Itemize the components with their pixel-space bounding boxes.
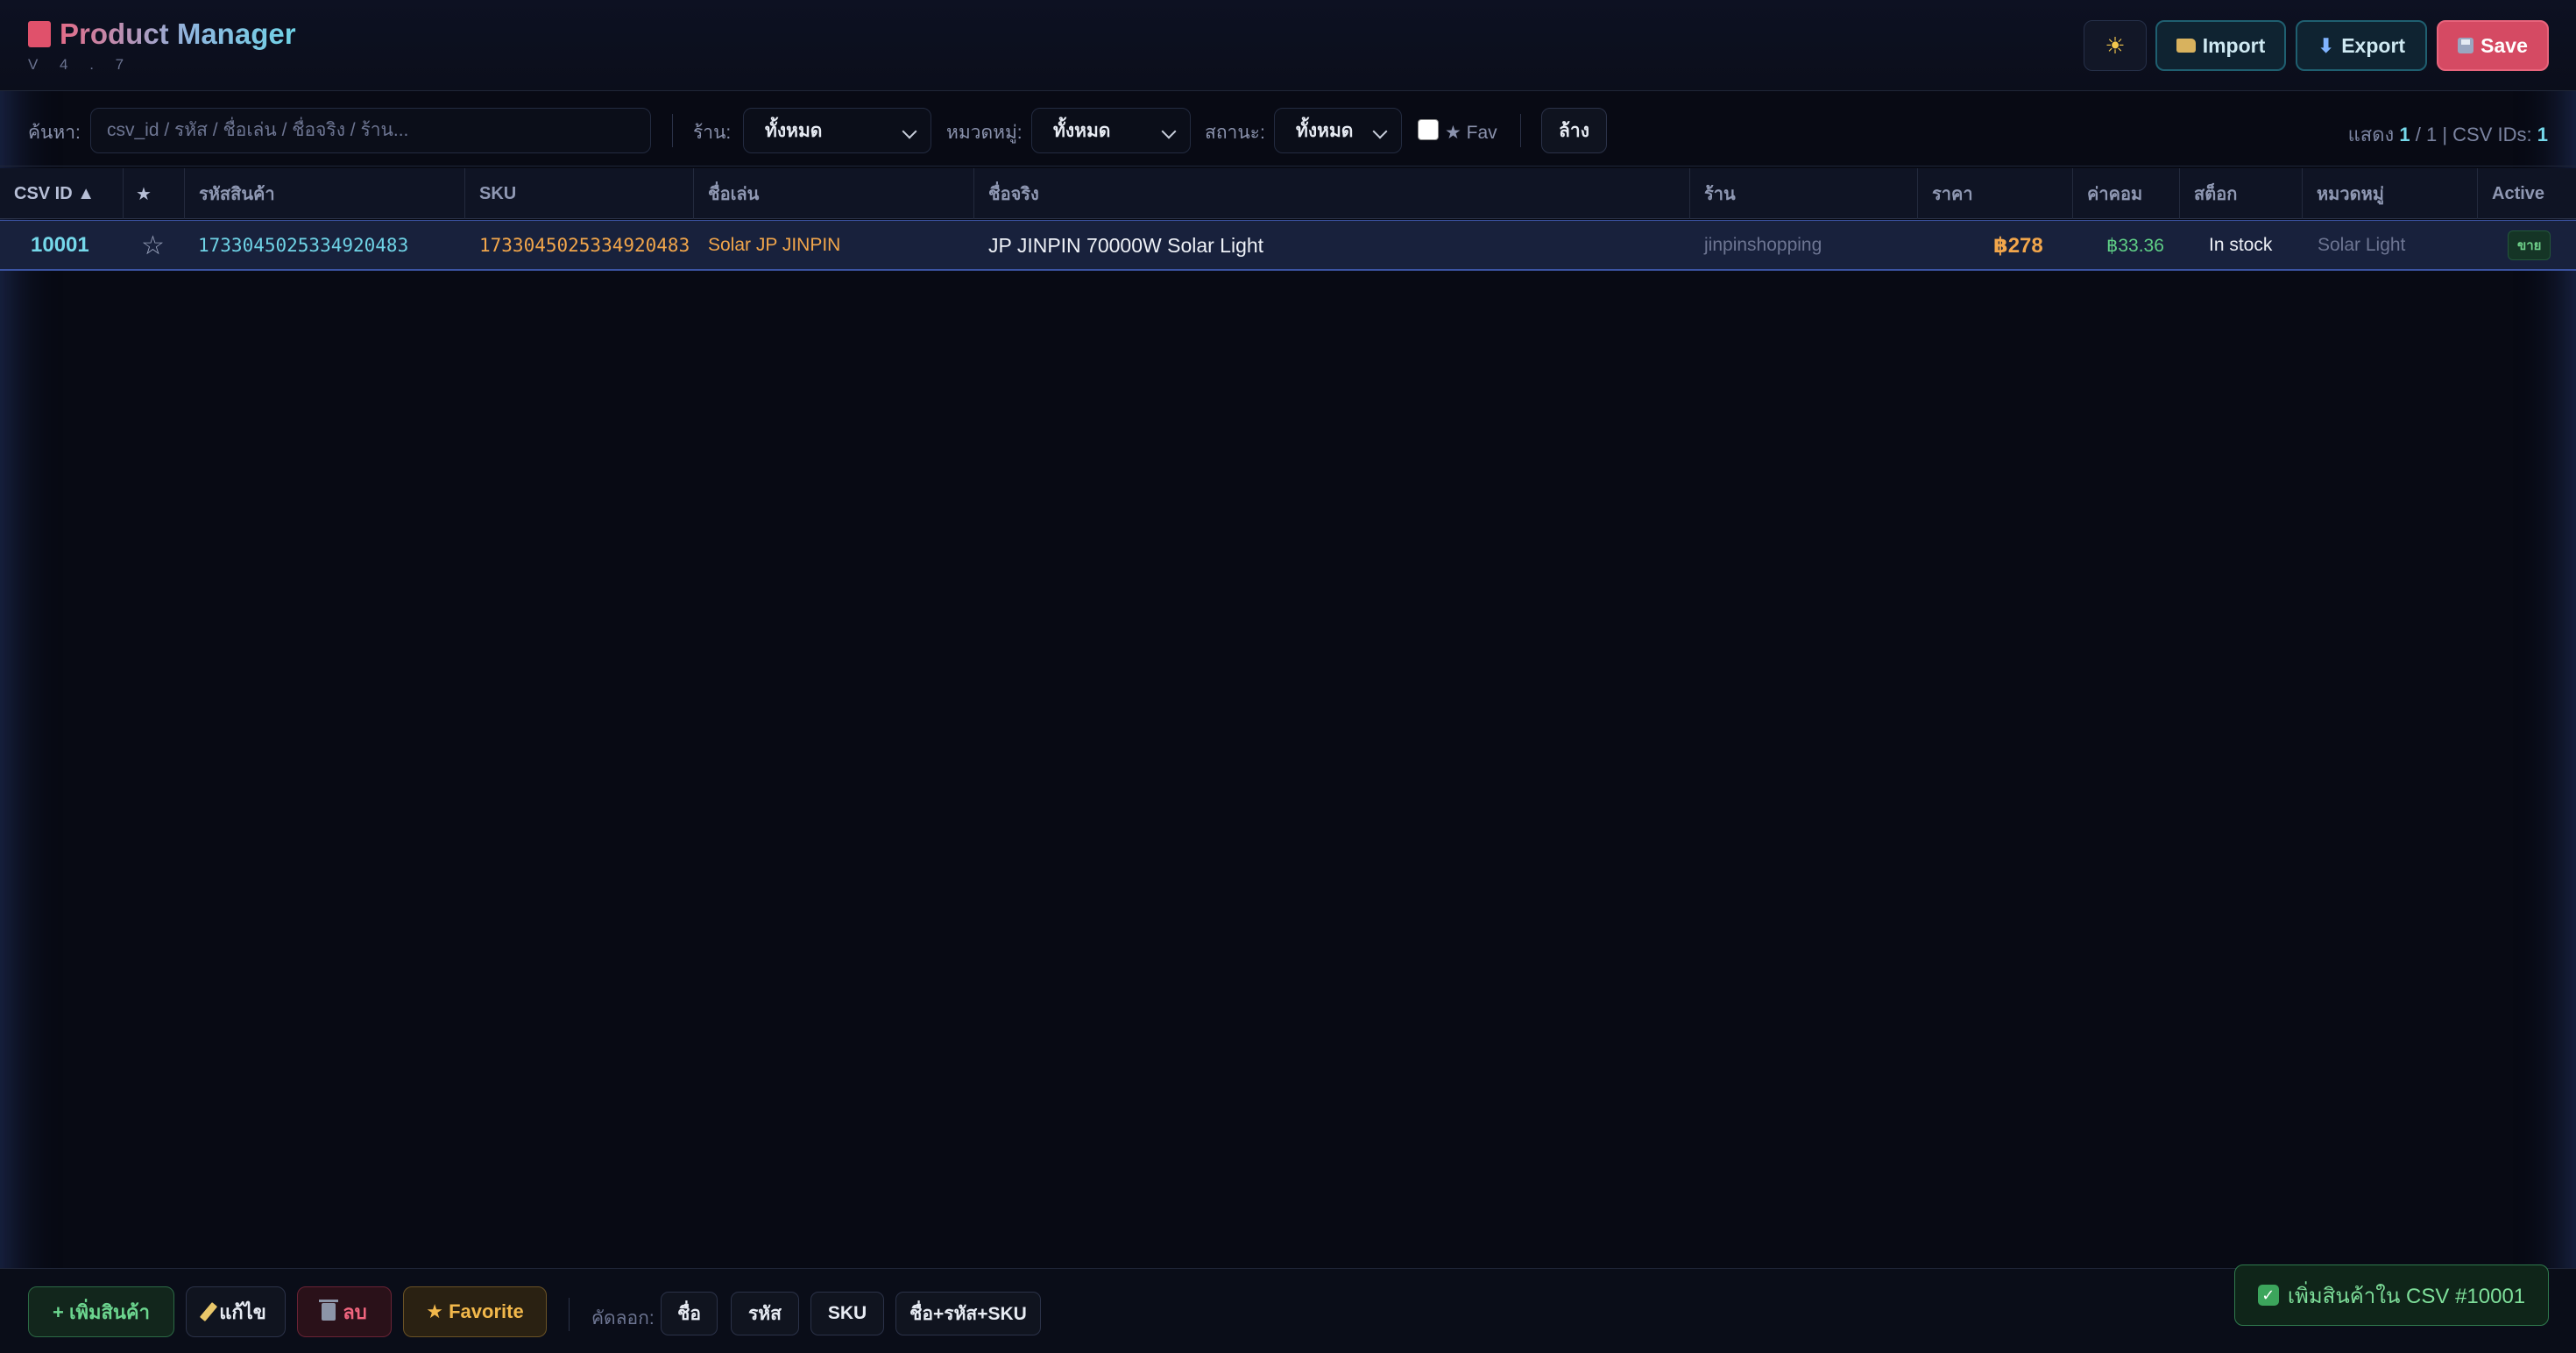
chevron-down-icon	[1372, 124, 1388, 139]
filter-toolbar: ค้นหา: ร้าน: ทั้งหมด หมวดหมู่: ทั้งหมด ส…	[0, 92, 2576, 166]
cell-shop: jinpinshopping	[1704, 235, 1822, 255]
floppy-disk-icon	[2458, 38, 2474, 53]
fav-filter-label: ★ Fav	[1445, 123, 1497, 143]
column-header-category[interactable]: หมวดหมู่	[2303, 168, 2478, 219]
copy-name-button[interactable]: ชื่อ	[661, 1292, 718, 1335]
save-label: Save	[2480, 33, 2528, 57]
count-shown: 1	[2399, 124, 2410, 145]
cell-real-name: JP JINPIN 70000W Solar Light	[988, 233, 1264, 257]
category-filter-value: ทั้งหมด	[1053, 120, 1111, 141]
column-header-shop[interactable]: ร้าน	[1690, 168, 1918, 219]
column-header-price[interactable]: ราคา	[1918, 168, 2073, 219]
favorite-star-icon[interactable]: ☆	[141, 221, 165, 270]
status-filter-label: สถานะ:	[1205, 123, 1265, 143]
shop-filter-select[interactable]: ทั้งหมด	[743, 108, 931, 153]
check-icon: ✓	[2257, 1285, 2279, 1306]
cell-active: ขาย	[2508, 221, 2551, 270]
toast-message: เพิ่มสินค้าใน CSV #10001	[2287, 1284, 2526, 1308]
search-label: ค้นหา:	[28, 123, 81, 143]
add-product-button[interactable]: + เพิ่มสินค้า	[28, 1286, 174, 1337]
count-ids: 1	[2537, 124, 2548, 145]
brand: Product Manager V 4 . 7	[28, 18, 296, 74]
clear-filters-button[interactable]: ล้าง	[1541, 108, 1607, 153]
result-count: แสดง 1 / 1 | CSV IDs: 1	[2348, 119, 2548, 150]
save-button[interactable]: Save	[2437, 20, 2549, 71]
app-version: V 4 . 7	[28, 56, 133, 73]
action-bar: + เพิ่มสินค้า แก้ไข ลบ ★ Favorite คัดลอก…	[0, 1268, 2576, 1353]
app-title: Product Manager	[60, 18, 296, 50]
edit-button[interactable]: แก้ไข	[186, 1286, 286, 1337]
theme-toggle-button[interactable]: ☀	[2084, 20, 2147, 71]
import-button[interactable]: Import	[2155, 20, 2286, 71]
toast-notification: ✓ เพิ่มสินค้าใน CSV #10001	[2234, 1264, 2549, 1326]
divider	[1520, 114, 1521, 147]
delete-label: ลบ	[343, 1300, 367, 1323]
export-button[interactable]: ⬇ Export	[2296, 20, 2427, 71]
cell-sku: 1733045025334920483	[479, 235, 690, 256]
active-status-badge: ขาย	[2508, 230, 2551, 260]
divider	[569, 1298, 570, 1331]
column-header-favorite[interactable]: ★	[124, 168, 185, 219]
cell-product-code: 1733045025334920483	[198, 235, 409, 256]
brand-title: Product Manager	[28, 18, 296, 51]
column-header-real-name[interactable]: ชื่อจริง	[974, 168, 1690, 219]
column-header-product-code[interactable]: รหัสสินค้า	[185, 168, 465, 219]
column-header-csv-id[interactable]: CSV ID ▲	[0, 168, 124, 219]
category-filter-label: หมวดหมู่:	[946, 123, 1023, 143]
cell-csv-id: 10001	[31, 233, 89, 257]
chevron-down-icon	[1161, 124, 1177, 139]
cell-commission: ฿33.36	[2106, 235, 2164, 256]
sun-icon: ☀	[2105, 32, 2126, 59]
folder-icon	[2176, 39, 2196, 53]
column-header-nickname[interactable]: ชื่อเล่น	[694, 168, 974, 219]
shop-filter-label: ร้าน:	[693, 123, 732, 143]
status-filter-value: ทั้งหมด	[1296, 120, 1354, 141]
cell-category: Solar Light	[2318, 235, 2406, 255]
book-icon	[28, 21, 51, 47]
category-filter-select[interactable]: ทั้งหมด	[1031, 108, 1191, 153]
chevron-down-icon	[902, 124, 917, 139]
edit-label: แก้ไข	[219, 1300, 266, 1323]
column-header-stock[interactable]: สต็อก	[2180, 168, 2303, 219]
fav-filter-checkbox[interactable]	[1418, 119, 1439, 140]
count-prefix: แสดง	[2347, 124, 2395, 145]
status-filter-select[interactable]: ทั้งหมด	[1274, 108, 1402, 153]
copy-code-button[interactable]: รหัส	[731, 1292, 799, 1335]
copy-all-button[interactable]: ชื่อ+รหัส+SKU	[895, 1292, 1041, 1335]
cell-price: ฿278	[1993, 233, 2043, 258]
export-label: Export	[2341, 33, 2406, 57]
copy-sku-button[interactable]: SKU	[810, 1292, 884, 1335]
column-header-active[interactable]: Active	[2478, 168, 2576, 219]
import-label: Import	[2202, 33, 2266, 57]
star-outline-icon: ☆	[141, 230, 165, 260]
app-header: Product Manager V 4 . 7 ☀ Import ⬇ Expor…	[0, 0, 2576, 91]
favorite-button[interactable]: ★ Favorite	[403, 1286, 547, 1337]
cell-stock: In stock	[2209, 235, 2273, 255]
trash-icon	[319, 1300, 339, 1321]
copy-label: คัดลอก:	[591, 1308, 655, 1328]
cell-nickname: Solar JP JINPIN	[708, 235, 841, 255]
table-header: CSV ID ▲ ★ รหัสสินค้า SKU ชื่อเล่น ชื่อจ…	[0, 168, 2576, 219]
count-total: / 1 | CSV IDs:	[2415, 124, 2532, 145]
column-header-commission[interactable]: ค่าคอม	[2073, 168, 2180, 219]
pencil-icon	[200, 1302, 218, 1321]
download-arrow-icon: ⬇	[2317, 33, 2335, 57]
divider	[672, 114, 673, 147]
search-input[interactable]	[90, 108, 651, 153]
table-row[interactable]: 10001 ☆ 1733045025334920483 173304502533…	[0, 220, 2576, 271]
column-header-sku[interactable]: SKU	[465, 168, 694, 219]
shop-filter-value: ทั้งหมด	[765, 120, 823, 141]
delete-button[interactable]: ลบ	[297, 1286, 392, 1337]
